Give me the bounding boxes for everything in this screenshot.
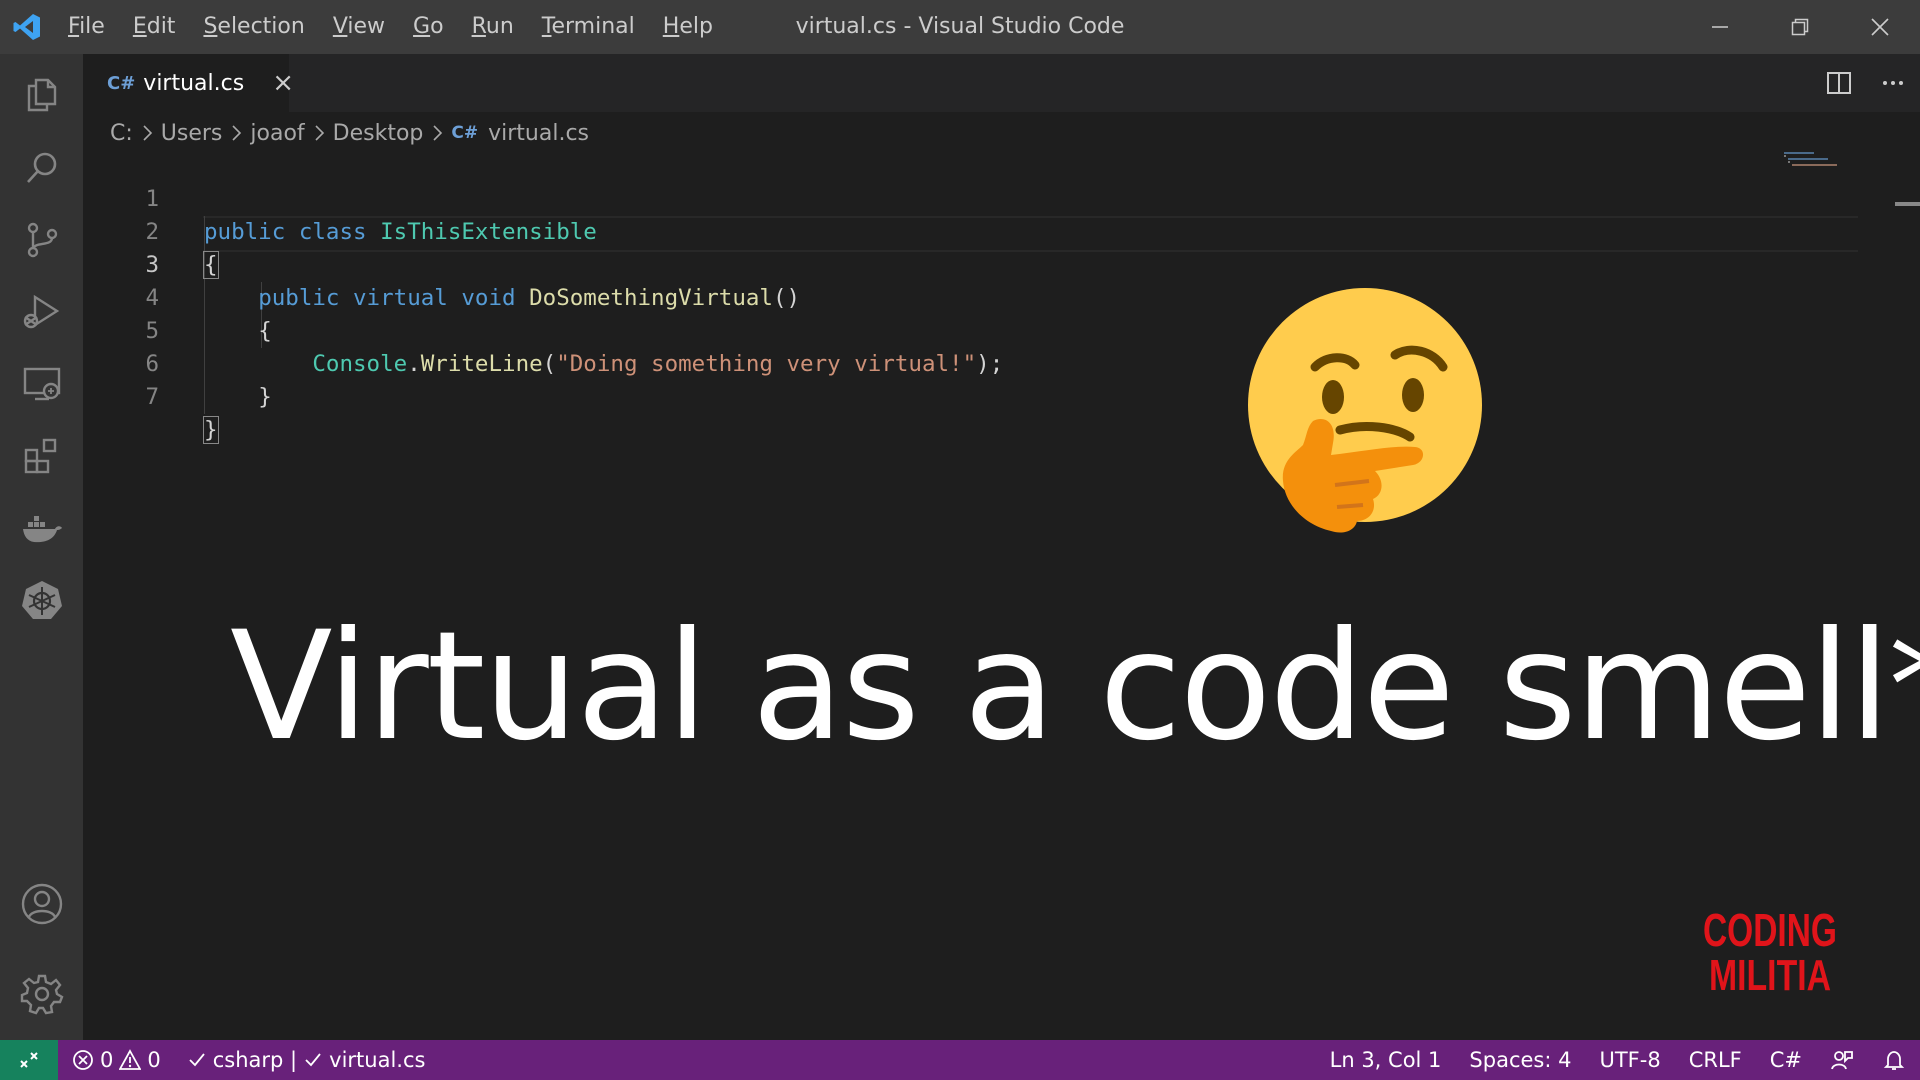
menu-bar: File Edit Selection View Go Run Terminal… xyxy=(54,0,727,54)
vscode-logo-icon xyxy=(0,0,54,54)
chevron-right-icon xyxy=(141,124,153,142)
warning-count: 0 xyxy=(147,1048,161,1072)
menu-go[interactable]: Go xyxy=(399,0,458,54)
breadcrumb-desktop[interactable]: Desktop xyxy=(333,121,424,146)
menu-file[interactable]: File xyxy=(54,0,119,54)
csharp-file-icon: C# xyxy=(451,123,479,143)
remote-indicator-icon[interactable] xyxy=(0,1040,58,1080)
close-tab-icon[interactable]: × xyxy=(272,68,294,98)
svg-text:MILITIA: MILITIA xyxy=(1709,951,1831,1000)
thinking-face-icon xyxy=(1245,285,1485,535)
status-right: Ln 3, Col 1 Spaces: 4 UTF-8 CRLF C# xyxy=(1316,1040,1920,1080)
breadcrumb-file[interactable]: virtual.cs xyxy=(488,121,589,146)
encoding[interactable]: UTF-8 xyxy=(1599,1040,1660,1080)
source-control-icon[interactable] xyxy=(0,204,83,276)
code-line-6: 6 } xyxy=(83,315,1783,410)
cursor-position[interactable]: Ln 3, Col 1 xyxy=(1330,1040,1442,1080)
settings-gear-icon[interactable] xyxy=(0,958,83,1030)
warning-icon xyxy=(119,1049,142,1070)
remote-explorer-icon[interactable] xyxy=(0,348,83,420)
menu-selection[interactable]: Selection xyxy=(189,0,318,54)
breadcrumb-joaof[interactable]: joaof xyxy=(250,121,304,146)
menu-edit[interactable]: Edit xyxy=(119,0,190,54)
matched-bracket: } xyxy=(203,416,219,444)
scrollbar-thumb[interactable] xyxy=(1895,202,1920,206)
headline-overlay: Virtual as a code smell* xyxy=(230,600,1920,774)
menu-view[interactable]: View xyxy=(319,0,399,54)
end-of-line[interactable]: CRLF xyxy=(1689,1040,1742,1080)
docker-icon[interactable] xyxy=(0,492,83,564)
activity-bar xyxy=(0,54,83,1040)
window-controls xyxy=(1680,0,1920,54)
kubernetes-icon[interactable] xyxy=(0,564,83,636)
check-icon xyxy=(189,1053,205,1067)
minimize-button[interactable] xyxy=(1680,0,1760,54)
code-line-2: 2 { xyxy=(83,183,1783,279)
split-editor-icon[interactable] xyxy=(1812,54,1866,112)
error-icon xyxy=(73,1050,93,1070)
code-line-4: 4 { xyxy=(83,249,1783,344)
editor-actions xyxy=(1812,54,1920,112)
code-line-1: 1 public class IsThisExtensible xyxy=(83,150,1783,245)
search-icon[interactable] xyxy=(0,132,83,204)
accounts-icon[interactable] xyxy=(0,868,83,940)
omnisharp-status[interactable]: csharp | virtual.cs xyxy=(187,1040,425,1080)
svg-text:CODING: CODING xyxy=(1703,904,1837,956)
check-icon xyxy=(305,1053,321,1067)
code-editor[interactable]: 1 public class IsThisExtensible 2 { 3 pu… xyxy=(83,150,1858,1030)
breadcrumb-drive[interactable]: C: xyxy=(110,121,133,146)
menu-terminal[interactable]: Terminal xyxy=(528,0,649,54)
restore-button[interactable] xyxy=(1760,0,1840,54)
explorer-icon[interactable] xyxy=(0,58,83,130)
chevron-right-icon xyxy=(230,124,242,142)
error-count: 0 xyxy=(100,1048,114,1072)
title-bar: File Edit Selection View Go Run Terminal… xyxy=(0,0,1920,54)
menu-run[interactable]: Run xyxy=(458,0,528,54)
notifications-bell-icon[interactable] xyxy=(1882,1040,1906,1080)
run-debug-icon[interactable] xyxy=(0,276,83,348)
tab-virtual-cs[interactable]: C# virtual.cs × xyxy=(83,54,294,112)
csharp-file-icon: C# xyxy=(107,72,136,94)
feedback-icon[interactable] xyxy=(1830,1040,1854,1080)
editor-tabs-bar: C# virtual.cs × xyxy=(83,54,1920,112)
code-line-5: 5 Console.WriteLine("Doing something ver… xyxy=(83,282,1783,377)
coding-militia-logo: CODING MILITIA xyxy=(1700,900,1840,1000)
status-left: 0 0 csharp | virtual.cs xyxy=(72,1040,435,1080)
menu-help[interactable]: Help xyxy=(649,0,727,54)
chevron-right-icon xyxy=(431,124,443,142)
breadcrumb-users[interactable]: Users xyxy=(161,121,223,146)
language-mode[interactable]: C# xyxy=(1770,1040,1802,1080)
tab-label: virtual.cs xyxy=(143,70,245,96)
line-number: 7 xyxy=(145,384,159,410)
more-actions-icon[interactable] xyxy=(1866,54,1920,112)
breadcrumb: C: Users joaof Desktop C# virtual.cs xyxy=(110,116,589,150)
close-window-button[interactable] xyxy=(1840,0,1920,54)
extensions-icon[interactable] xyxy=(0,420,83,492)
code-line-7: 7 } xyxy=(83,348,1783,444)
indentation[interactable]: Spaces: 4 xyxy=(1469,1040,1571,1080)
chevron-right-icon xyxy=(313,124,325,142)
minimap[interactable] xyxy=(1782,150,1892,210)
code-line-3: 3 public virtual void DoSomethingVirtual… xyxy=(83,216,1783,311)
problems-indicator[interactable]: 0 0 xyxy=(72,1040,161,1080)
status-bar: 0 0 csharp | virtual.cs Ln 3, Col 1 Spac… xyxy=(0,1040,1920,1080)
